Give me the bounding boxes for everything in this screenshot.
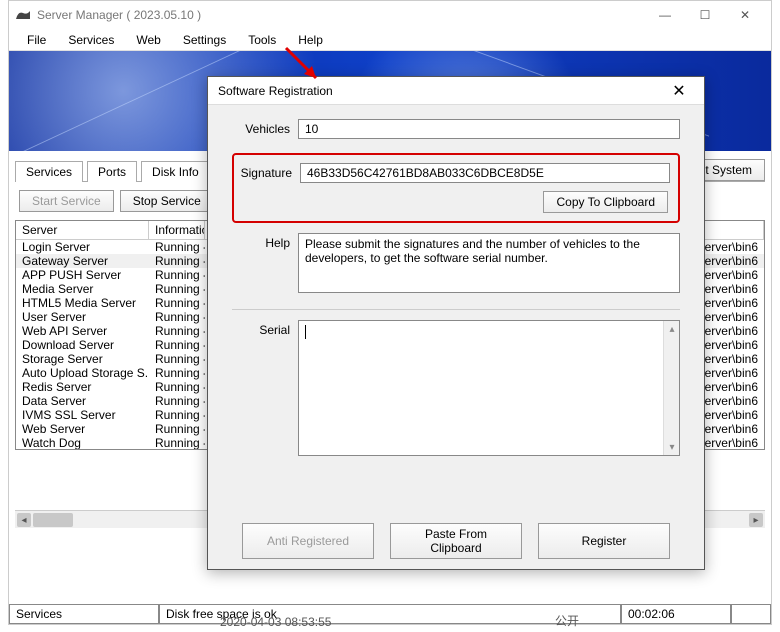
start-service-button[interactable]: Start Service	[19, 190, 114, 212]
close-button[interactable]: ✕	[725, 2, 765, 28]
tab-disk-info[interactable]: Disk Info	[141, 161, 210, 182]
server-name-cell: Gateway Server	[16, 254, 149, 268]
signature-field[interactable]: 46B33D56C42761BD8AB033C6DBCE8D5E	[300, 163, 670, 183]
server-info-cell: Running - F	[149, 408, 205, 422]
server-name-cell: Web API Server	[16, 324, 149, 338]
help-text: Please submit the signatures and the num…	[298, 233, 680, 293]
menubar: File Services Web Settings Tools Help	[9, 29, 771, 51]
stop-service-button[interactable]: Stop Service	[120, 190, 214, 212]
registration-dialog: Software Registration ✕ Vehicles 10 Sign…	[207, 76, 705, 570]
menu-tools[interactable]: Tools	[238, 31, 286, 49]
app-icon	[15, 9, 31, 21]
menu-help[interactable]: Help	[288, 31, 333, 49]
scroll-thumb[interactable]	[33, 513, 73, 527]
server-name-cell: User Server	[16, 310, 149, 324]
server-info-cell: Running - F	[149, 296, 205, 310]
background-timestamp: 2020-04-03 08:53:55	[220, 615, 331, 629]
status-time: 00:02:06	[621, 605, 731, 624]
server-info-cell: Running - F	[149, 282, 205, 296]
server-info-cell: Running - F	[149, 436, 205, 450]
tab-services[interactable]: Services	[15, 161, 83, 182]
anti-registered-button[interactable]: Anti Registered	[242, 523, 374, 559]
paste-from-clipboard-button[interactable]: Paste From Clipboard	[390, 523, 522, 559]
server-info-cell: Running - F	[149, 352, 205, 366]
server-name-cell: Download Server	[16, 338, 149, 352]
scroll-left-arrow[interactable]: ◂	[17, 513, 31, 527]
server-name-cell: HTML5 Media Server	[16, 296, 149, 310]
scroll-down-arrow[interactable]: ▾	[665, 440, 679, 454]
dialog-title: Software Registration	[218, 84, 333, 98]
titlebar: Server Manager ( 2023.05.10 ) — ☐ ✕	[9, 1, 771, 29]
menu-settings[interactable]: Settings	[173, 31, 236, 49]
vehicles-field[interactable]: 10	[298, 119, 680, 139]
status-left: Services	[9, 605, 159, 624]
copy-to-clipboard-button[interactable]: Copy To Clipboard	[543, 191, 668, 213]
server-name-cell: Data Server	[16, 394, 149, 408]
server-name-cell: Redis Server	[16, 380, 149, 394]
col-info-header[interactable]: Information	[149, 221, 205, 240]
tab-ports[interactable]: Ports	[87, 161, 137, 182]
dialog-titlebar: Software Registration ✕	[208, 77, 704, 105]
server-info-cell: Running - F	[149, 254, 205, 268]
dialog-close-icon[interactable]: ✕	[664, 81, 694, 101]
statusbar: Services Disk free space is ok 00:02:06	[9, 604, 771, 624]
server-name-cell: APP PUSH Server	[16, 268, 149, 282]
server-name-cell: Auto Upload Storage S...	[16, 366, 149, 380]
serial-label: Serial	[232, 320, 290, 337]
server-info-cell: Running - F	[149, 268, 205, 282]
maximize-button[interactable]: ☐	[685, 2, 725, 28]
serial-vscroll[interactable]: ▴ ▾	[663, 321, 679, 455]
server-name-cell: IVMS SSL Server	[16, 408, 149, 422]
background-cn-text: 公开	[555, 612, 579, 629]
server-name-cell: Login Server	[16, 240, 149, 254]
signature-label: Signature	[234, 163, 292, 180]
server-info-cell: Running - F	[149, 422, 205, 436]
window-title: Server Manager ( 2023.05.10 )	[37, 8, 201, 22]
server-name-cell: Watch Dog	[16, 436, 149, 450]
menu-web[interactable]: Web	[126, 31, 170, 49]
vehicles-label: Vehicles	[232, 119, 290, 136]
server-info-cell: Running - F	[149, 338, 205, 352]
server-info-cell: Running - F	[149, 380, 205, 394]
register-button[interactable]: Register	[538, 523, 670, 559]
scroll-right-arrow[interactable]: ▸	[749, 513, 763, 527]
serial-input[interactable]: ▴ ▾	[298, 320, 680, 456]
col-server-header[interactable]: Server	[16, 221, 149, 240]
text-cursor	[305, 325, 306, 339]
help-label: Help	[232, 233, 290, 250]
signature-highlight-group: Signature 46B33D56C42761BD8AB033C6DBCE8D…	[232, 153, 680, 223]
scroll-up-arrow[interactable]: ▴	[665, 322, 679, 336]
server-name-cell: Media Server	[16, 282, 149, 296]
separator	[232, 309, 680, 310]
menu-services[interactable]: Services	[58, 31, 124, 49]
server-info-cell: Running - F	[149, 240, 205, 254]
server-info-cell: Running - F	[149, 324, 205, 338]
server-info-cell: Running - F	[149, 366, 205, 380]
status-extra	[731, 605, 771, 624]
server-name-cell: Web Server	[16, 422, 149, 436]
server-info-cell: Running - F	[149, 310, 205, 324]
menu-file[interactable]: File	[17, 31, 56, 49]
server-name-cell: Storage Server	[16, 352, 149, 366]
minimize-button[interactable]: —	[645, 2, 685, 28]
server-info-cell: Running - F	[149, 394, 205, 408]
